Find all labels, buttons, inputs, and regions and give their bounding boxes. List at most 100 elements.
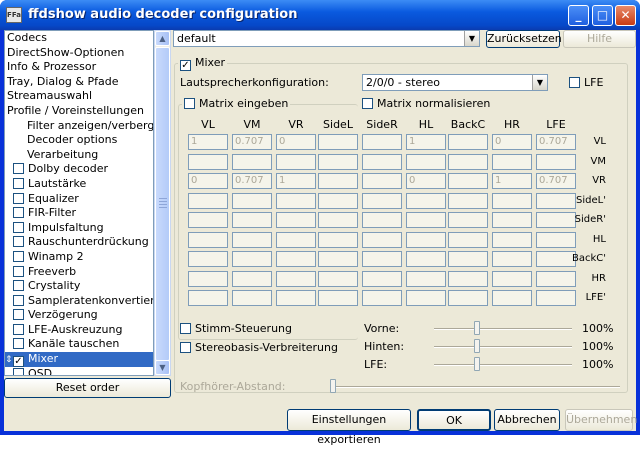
- matrix-input-toggle[interactable]: Matrix eingeben: [182, 97, 291, 110]
- matrix-cell[interactable]: [448, 290, 488, 306]
- matrix-cell[interactable]: [492, 290, 532, 306]
- sidebar-item[interactable]: Kanäle tauschen: [5, 337, 153, 352]
- matrix-cell[interactable]: [406, 290, 446, 306]
- matrix-cell[interactable]: [492, 153, 532, 170]
- scroll-thumb[interactable]: [155, 47, 170, 361]
- matrix-cell[interactable]: [318, 153, 358, 170]
- sidebar-item-checkbox[interactable]: [13, 309, 24, 321]
- stereo-widen-checkbox[interactable]: [180, 342, 191, 353]
- reset-button[interactable]: Zurücksetzen: [486, 30, 562, 48]
- sidebar-item[interactable]: Codecs: [5, 31, 153, 46]
- matrix-cell[interactable]: [318, 134, 358, 150]
- matrix-cell[interactable]: [276, 212, 316, 228]
- matrix-cell[interactable]: [188, 231, 228, 248]
- matrix-cell[interactable]: [318, 212, 358, 228]
- matrix-cell[interactable]: 0: [188, 173, 228, 189]
- matrix-cell[interactable]: [492, 270, 532, 287]
- matrix-cell[interactable]: [448, 231, 488, 248]
- matrix-cell[interactable]: [362, 173, 402, 189]
- sidebar-item[interactable]: Dolby decoder: [5, 162, 153, 177]
- apply-button[interactable]: Übernehmen: [565, 409, 637, 431]
- matrix-cell[interactable]: [492, 192, 532, 209]
- matrix-cell[interactable]: [362, 212, 402, 228]
- matrix-cell[interactable]: [492, 251, 532, 267]
- matrix-cell[interactable]: [276, 231, 316, 248]
- headphone-distance-slider[interactable]: [330, 379, 336, 393]
- matrix-cell[interactable]: [448, 153, 488, 170]
- matrix-cell[interactable]: [318, 192, 358, 209]
- sidebar-item-checkbox[interactable]: [13, 265, 24, 277]
- slider-thumb[interactable]: [473, 321, 480, 335]
- sidebar-item-checkbox[interactable]: [13, 163, 24, 175]
- matrix-cell[interactable]: [318, 231, 358, 248]
- matrix-cell[interactable]: [318, 251, 358, 267]
- ok-button[interactable]: OK: [417, 409, 491, 431]
- matrix-cell[interactable]: [362, 251, 402, 267]
- matrix-cell[interactable]: [188, 212, 228, 228]
- matrix-cell[interactable]: [448, 212, 488, 228]
- headphone-distance-track[interactable]: [330, 386, 620, 388]
- sidebar-item[interactable]: FIR-Filter: [5, 206, 153, 221]
- slider-track[interactable]: [434, 328, 572, 330]
- matrix-cell[interactable]: [276, 251, 316, 267]
- matrix-cell[interactable]: [276, 153, 316, 170]
- matrix-cell[interactable]: 1: [276, 173, 316, 189]
- matrix-cell[interactable]: 1: [188, 134, 228, 150]
- reset-order-button[interactable]: Reset order: [4, 378, 171, 398]
- slider-track[interactable]: [434, 346, 572, 348]
- sidebar-item[interactable]: Impulsfaltung: [5, 221, 153, 236]
- maximize-icon[interactable]: □: [592, 5, 613, 26]
- matrix-cell[interactable]: [448, 270, 488, 287]
- matrix-cell[interactable]: [362, 153, 402, 170]
- sidebar-item-checkbox[interactable]: ✓: [13, 356, 24, 367]
- slider-track[interactable]: [434, 364, 572, 366]
- export-settings-button[interactable]: Einstellungen exportieren: [287, 409, 411, 446]
- sidebar-item[interactable]: Crystality: [5, 279, 153, 294]
- matrix-cell[interactable]: [318, 290, 358, 306]
- sidebar-item-checkbox[interactable]: [13, 177, 24, 189]
- mixer-checkbox[interactable]: ✓: [180, 60, 191, 71]
- matrix-cell[interactable]: [276, 192, 316, 209]
- sidebar-item[interactable]: LFE-Auskreuzung: [5, 323, 153, 338]
- sidebar-item-checkbox[interactable]: [13, 221, 24, 233]
- sidebar-item[interactable]: Decoder options: [5, 133, 153, 148]
- sidebar-item-checkbox[interactable]: [13, 294, 24, 306]
- lfe-toggle[interactable]: LFE: [569, 76, 603, 89]
- matrix-cell[interactable]: [492, 212, 532, 228]
- speaker-config-select[interactable]: 2/0/0 - stereo ▼: [362, 74, 548, 91]
- sidebar-item[interactable]: Filter anzeigen/verbergen: [5, 119, 153, 134]
- matrix-cell[interactable]: 0: [276, 134, 316, 150]
- sidebar-item[interactable]: Sampleratenkonvertierung: [5, 294, 153, 309]
- matrix-cell[interactable]: 1: [406, 134, 446, 150]
- sidebar-item-checkbox[interactable]: [13, 192, 24, 204]
- sidebar-item-checkbox[interactable]: [13, 367, 24, 375]
- sidebar-item[interactable]: Rauschunterdrückung: [5, 235, 153, 250]
- sidebar-item-checkbox[interactable]: [13, 323, 24, 335]
- sidebar-item[interactable]: OSD: [5, 367, 153, 375]
- help-button[interactable]: Hilfe: [563, 30, 636, 48]
- cancel-button[interactable]: Abbrechen: [494, 409, 560, 431]
- matrix-cell[interactable]: [232, 231, 272, 248]
- matrix-cell[interactable]: [188, 251, 228, 267]
- matrix-cell[interactable]: [188, 270, 228, 287]
- sidebar-item[interactable]: Streamauswahl: [5, 89, 153, 104]
- sidebar-item-checkbox[interactable]: [13, 280, 24, 292]
- matrix-cell[interactable]: [232, 153, 272, 170]
- matrix-normalize-toggle[interactable]: Matrix normalisieren: [360, 97, 493, 110]
- matrix-cell[interactable]: [448, 192, 488, 209]
- slider-thumb[interactable]: [473, 339, 480, 353]
- matrix-cell[interactable]: 0.707: [232, 173, 272, 189]
- chevron-down-icon[interactable]: ▼: [464, 31, 479, 46]
- lfe-checkbox[interactable]: [569, 77, 580, 88]
- scroll-up-icon[interactable]: ▲: [155, 31, 170, 46]
- matrix-cell[interactable]: [406, 270, 446, 287]
- matrix-cell[interactable]: [406, 251, 446, 267]
- sidebar-item[interactable]: Info & Prozessor: [5, 60, 153, 75]
- matrix-cell[interactable]: [448, 173, 488, 189]
- sidebar-item-checkbox[interactable]: [13, 207, 24, 219]
- matrix-cell[interactable]: [362, 192, 402, 209]
- matrix-input-checkbox[interactable]: [184, 98, 195, 109]
- sidebar-item-checkbox[interactable]: [13, 250, 24, 262]
- matrix-cell[interactable]: [188, 192, 228, 209]
- sidebar-item-checkbox[interactable]: [13, 338, 24, 350]
